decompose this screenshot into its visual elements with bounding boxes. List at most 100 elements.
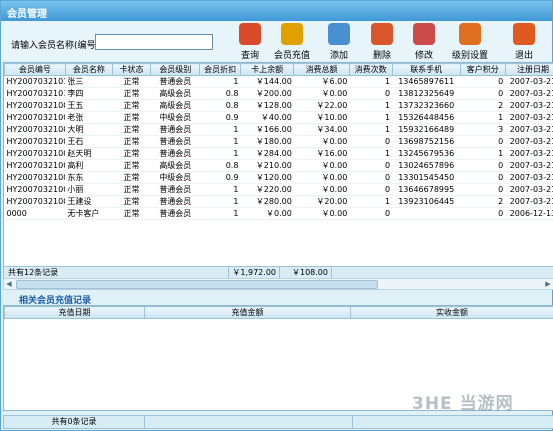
table-row[interactable]: HY20070321003东东正常中级会员0.9￥120.00￥0.000133… [4, 171, 553, 184]
spend-total: ￥108.00 [278, 267, 332, 278]
toolbar: 请输入会员名称(编号) 查询 会员充值 添加 删除 修改 级别设置 退出 [1, 21, 552, 61]
table-cell: 普通会员 [150, 207, 200, 220]
table-row[interactable]: HY20070321011张三正常普通会员1￥144.00￥6.00113465… [4, 75, 553, 88]
column-header[interactable]: 消费次数 [348, 63, 393, 76]
table-cell: HY20070321007 [4, 123, 66, 136]
recharge-button[interactable]: 会员充值 [269, 23, 315, 61]
table-row[interactable]: HY20070321004高利正常高级会员0.8￥210.00￥0.000130… [4, 159, 553, 172]
table-cell: ￥16.00 [293, 147, 350, 160]
query-button[interactable]: 查询 [227, 23, 273, 61]
table-cell: 1 [460, 147, 506, 160]
members-header-row: 会员编号 会员名称 卡状态 会员级别 会员折扣 卡上余额 消费总额 消费次数 联系手机 客户积分注… [4, 63, 553, 76]
table-cell: 0.9 [199, 171, 241, 184]
table-cell: 0 [349, 183, 393, 196]
search-label: 请输入会员名称(编号) [11, 41, 100, 51]
table-cell: 普通会员 [150, 135, 200, 148]
record-count: 共有12条记录 [4, 267, 229, 278]
table-cell: 正常 [112, 87, 151, 100]
delete-document-icon [371, 23, 393, 45]
table-cell: ￥10.00 [293, 111, 350, 124]
table-cell: 中级会员 [150, 171, 200, 184]
edit-button[interactable]: 修改 [401, 23, 447, 61]
table-row[interactable]: HY20070321010李四正常高级会员0.8￥200.00￥0.000138… [4, 87, 553, 100]
exit-button[interactable]: 退出 [501, 23, 547, 61]
table-cell: ￥120.00 [240, 171, 294, 184]
column-header[interactable]: 会员折扣 [199, 63, 241, 76]
table-cell: 0 [349, 87, 393, 100]
table-cell: ￥128.00 [240, 99, 294, 112]
table-cell: 正常 [112, 123, 151, 136]
table-cell: 13301545450 [392, 171, 461, 184]
table-cell: 2007-03-21 [505, 75, 553, 88]
recharge-record-count: 共有0条记录 [4, 416, 145, 428]
table-row[interactable]: HY20070321008老张正常中级会员0.9￥40.00￥10.001153… [4, 111, 553, 124]
table-cell: 高级会员 [150, 87, 200, 100]
table-cell: 正常 [112, 75, 151, 88]
table-cell: 东东 [65, 171, 113, 184]
table-cell: 0 [460, 159, 506, 172]
table-cell: 李四 [65, 87, 113, 100]
column-header[interactable]: 注册日期 [504, 63, 553, 76]
dollar-icon [281, 23, 303, 45]
add-button[interactable]: 添加 [316, 23, 362, 61]
footer-cell [146, 416, 353, 428]
column-header[interactable]: 会员编号 [4, 63, 66, 76]
table-cell: HY20070321002 [4, 183, 66, 196]
column-header[interactable]: 实收金额 [350, 306, 553, 319]
table-cell: ￥0.00 [293, 171, 350, 184]
table-cell: ￥200.00 [240, 87, 294, 100]
add-document-icon [328, 23, 350, 45]
table-cell: 0.8 [199, 87, 241, 100]
query-label: 查询 [240, 51, 259, 61]
title-bar: 会员管理 [1, 1, 552, 21]
table-cell: 0 [460, 207, 506, 220]
table-cell: 王石 [65, 135, 113, 148]
table-cell: ￥0.00 [293, 159, 350, 172]
table-cell: 13732323660 [392, 99, 461, 112]
column-header[interactable]: 消费总额 [293, 63, 350, 76]
table-cell: 普通会员 [150, 195, 200, 208]
table-row[interactable]: 0000无卡客户正常普通会员1￥0.00￥0.00002006-12-13200… [4, 207, 553, 220]
scroll-left-icon[interactable]: ◀ [4, 279, 14, 289]
table-cell: 0.8 [199, 159, 241, 172]
table-cell: 2007-03-21 [505, 183, 553, 196]
column-header[interactable]: 充值金额 [144, 306, 351, 319]
table-cell: 正常 [112, 135, 151, 148]
table-cell: ￥180.00 [240, 135, 294, 148]
scroll-thumb[interactable] [16, 280, 378, 289]
column-header[interactable]: 卡上余额 [239, 63, 295, 76]
column-header[interactable]: 客户积分 [459, 63, 506, 76]
delete-button[interactable]: 删除 [359, 23, 405, 61]
table-cell: ￥22.00 [293, 99, 350, 112]
table-row[interactable]: HY20070321009王五正常高级会员0.8￥128.00￥22.00113… [4, 99, 553, 112]
table-row[interactable]: HY20070321005赵天明正常普通会员1￥284.00￥16.001132… [4, 147, 553, 160]
search-input[interactable] [95, 34, 213, 50]
table-cell: 15326448456 [392, 111, 461, 124]
table-row[interactable]: HY20070321006王石正常普通会员1￥180.00￥0.00013698… [4, 135, 553, 148]
table-cell: HY20070321009 [4, 99, 66, 112]
table-row[interactable]: HY20070321001王建设正常普通会员1￥280.00￥20.001139… [4, 195, 553, 208]
table-cell: 1 [349, 147, 393, 160]
table-cell: ￥0.00 [293, 183, 350, 196]
column-header[interactable]: 卡状态 [111, 63, 152, 76]
column-header[interactable]: 会员级别 [150, 63, 201, 76]
column-header[interactable]: 会员名称 [64, 63, 113, 76]
members-table[interactable]: 会员编号 会员名称 卡状态 会员级别 会员折扣 卡上余额 消费总额 消费次数 联系手机 客户积分注… [3, 62, 553, 267]
member-management-window: 会员管理 请输入会员名称(编号) 查询 会员充值 添加 删除 修改 级别设置 退出 会员编号… [0, 0, 553, 431]
table-row[interactable]: HY20070321002小丽正常普通会员1￥220.00￥0.00013646… [4, 183, 553, 196]
table-row[interactable]: HY20070321007大明正常普通会员1￥166.00￥34.0011593… [4, 123, 553, 136]
edit-label: 修改 [414, 51, 433, 61]
table-cell: 正常 [112, 159, 151, 172]
table-cell: HY20070321001 [4, 195, 66, 208]
horizontal-scrollbar[interactable]: ◀ ▶ [3, 278, 553, 290]
level-button[interactable]: 级别设置 [447, 23, 493, 61]
table-cell: 高级会员 [150, 99, 200, 112]
table-cell: 1 [349, 99, 393, 112]
table-cell: 0 [460, 183, 506, 196]
table-cell: 1 [199, 147, 241, 160]
scroll-right-icon[interactable]: ▶ [543, 279, 553, 289]
column-header[interactable]: 联系手机 [391, 63, 461, 76]
column-header[interactable]: 充值日期 [4, 306, 145, 319]
table-cell: 15932166489 [392, 123, 461, 136]
table-cell: 0000 [4, 207, 66, 220]
